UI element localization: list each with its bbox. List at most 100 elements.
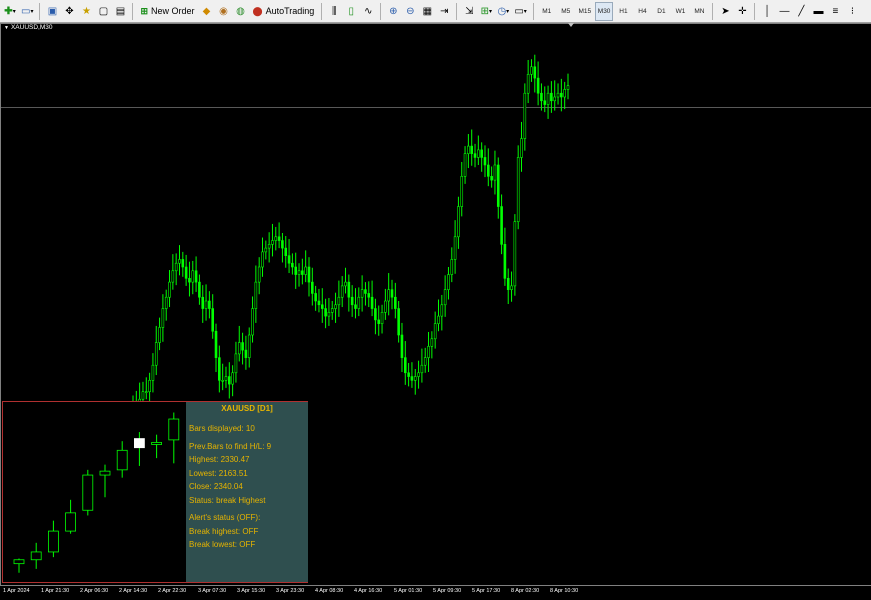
time-axis-label: 1 Apr 21:30 [41,588,70,594]
time-axis-label: 5 Apr 09:30 [433,588,462,594]
candle-body [540,92,543,102]
candle-body [487,164,490,177]
gold-icon: ◆ [202,5,211,17]
candle-body [460,176,464,207]
mini-candle-body [168,418,180,441]
market-watch-button[interactable]: ▣ [44,2,60,21]
timeframe-w1-button[interactable]: W1 [671,2,689,21]
trendline-button[interactable]: ╱ [793,2,809,21]
timeframe-h4-button[interactable]: H4 [633,2,651,21]
autotrading-button[interactable]: ⬤ AutoTrading [250,2,318,21]
candle-body [374,308,377,321]
data-window-button[interactable]: ✥ [61,2,77,21]
candle-body [364,289,367,294]
templates-button[interactable]: ▭ ▾ [512,2,528,21]
tile-windows-button[interactable]: ▦ [419,2,435,21]
auto-scroll-icon: ⇲ [465,5,474,17]
panel-info-box: XAUUSD [D1] Bars displayed: 10 Prev.Bars… [186,402,308,582]
fibonacci-button[interactable]: ≡ [827,2,843,21]
timeframe-m30-button[interactable]: M30 [594,1,614,21]
candle-body [387,289,390,302]
candle-body [354,304,357,309]
candle-body [480,149,483,158]
candle-body [503,244,507,279]
candle-body [330,308,334,313]
candle-body [513,221,517,287]
horizontal-line-icon: — [779,5,790,17]
close-value: Close: 2340.04 [189,482,243,491]
navigator-button[interactable]: ★ [78,2,94,21]
bar-chart-button[interactable]: ⫼ [326,2,342,21]
timeframe-m15-button[interactable]: M15 [576,2,594,21]
indicators-icon: ⊞ [480,5,489,17]
timeframe-m5-button[interactable]: M5 [557,2,575,21]
status-value: Status: break Highest [189,495,266,505]
tester-icon: ▤ [115,5,126,17]
highest-value: Highest: 2330.47 [189,455,250,464]
timeframe-d1-button[interactable]: D1 [652,2,670,21]
candle-body [221,380,224,382]
metaeditor-button[interactable]: ◍ [233,2,249,21]
time-axis-label: 2 Apr 22:30 [158,588,187,594]
auto-scroll-button[interactable]: ⇲ [461,2,477,21]
channel-button[interactable]: ▬ [810,2,826,21]
line-chart-button[interactable]: ∿ [360,2,376,21]
vertical-line-button[interactable]: │ [759,2,775,21]
candle-body [394,296,397,309]
line-chart-icon: ∿ [364,5,373,17]
candle-body [194,270,198,283]
text-tool-button[interactable]: ⁝ [844,2,860,21]
candle-body [413,376,417,381]
profiles-button[interactable]: ▭ ▾ [19,2,35,21]
candle-body [254,281,258,309]
candle-body [490,176,493,181]
candle-body [244,349,248,358]
candle-body [556,92,560,98]
periods-button[interactable]: ◷ ▾ [495,2,511,21]
candle-body [311,281,314,294]
new-chart-button[interactable]: ✚ ▾ [2,2,18,21]
crosshair-button[interactable]: ✛ [734,2,750,21]
candle-body [151,364,155,381]
candle-body [477,149,480,158]
candle-body [168,281,171,298]
candle-body [560,92,563,98]
candle-body [234,353,238,374]
new-order-button[interactable]: ⊞ New Order [137,2,197,21]
toolbar-separator [132,2,134,20]
signals-button[interactable]: ◆ [199,2,215,21]
break-lowest: Break lowest: OFF [189,540,256,549]
terminal-button[interactable]: ▢ [95,2,111,21]
candle-body [427,346,430,358]
indicators-button[interactable]: ⊞ ▾ [478,2,494,21]
zoom-out-button[interactable]: ⊖ [402,2,418,21]
toolbar-separator [456,2,458,20]
cursor-button[interactable]: ➤ [717,2,733,21]
chart-shift-marker[interactable] [568,23,574,27]
candle-body [264,247,268,253]
candle-body [281,240,284,249]
window-icon: ▣ [47,5,58,17]
candle-body [304,266,307,275]
horizontal-line-button[interactable]: — [776,2,792,21]
candle-body [178,259,181,264]
alert-status: Alert's status (OFF): [189,513,261,522]
candle-body [251,308,254,336]
candle-body [516,157,520,222]
timeframe-m1-button[interactable]: M1 [538,2,556,21]
candle-body [141,391,145,400]
candle-body [301,270,304,275]
candle-body [247,334,251,358]
timeframe-h1-button[interactable]: H1 [614,2,632,21]
toolbar-separator [712,2,714,20]
mini-candle-body [82,474,94,511]
chart-shift-button[interactable]: ⇥ [436,2,452,21]
timeframe-mn-button[interactable]: MN [690,2,708,21]
candlesticks-button[interactable]: ▯ [343,2,359,21]
candle-body [148,380,151,392]
market-button[interactable]: ◉ [216,2,232,21]
strategy-tester-button[interactable]: ▤ [112,2,128,21]
zoom-in-button[interactable]: ⊕ [385,2,401,21]
candle-body [367,293,371,298]
candle-body [526,74,530,94]
